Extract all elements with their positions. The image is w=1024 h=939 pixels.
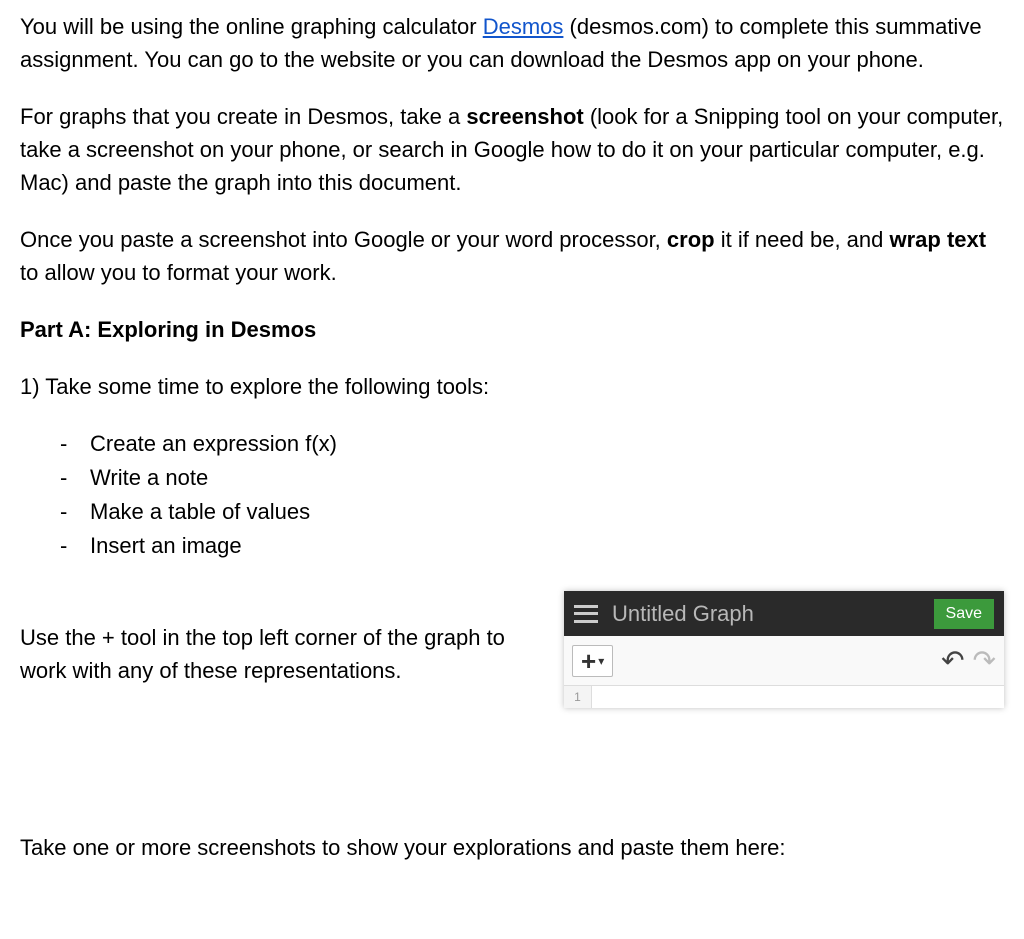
bold-wrap-text: wrap text [890,227,987,252]
redo-icon[interactable]: ↷ [973,647,996,675]
row-number: 1 [564,686,592,708]
intro-paragraph-3: Once you paste a screenshot into Google … [20,223,1004,289]
text-fragment: You will be using the online graphing ca… [20,14,483,39]
plus-tool-instruction: Use the + tool in the top left corner of… [20,621,544,687]
desmos-header: Untitled Graph Save [564,591,1004,636]
text-fragment: For graphs that you create in Desmos, ta… [20,104,466,129]
undo-icon[interactable]: ↶ [941,647,964,675]
graph-title[interactable]: Untitled Graph [612,597,920,630]
expression-row[interactable]: 1 [564,686,1004,708]
plus-icon: + [581,648,596,674]
chevron-down-icon: ▾ [598,652,604,670]
intro-paragraph-2: For graphs that you create in Desmos, ta… [20,100,1004,199]
list-item: Insert an image [60,529,1004,563]
bold-screenshot: screenshot [466,104,583,129]
desmos-toolbar: + ▾ ↶ ↷ [564,636,1004,686]
list-item: Write a note [60,461,1004,495]
list-item: Create an expression f(x) [60,427,1004,461]
tools-list: Create an expression f(x) Write a note M… [20,427,1004,563]
list-item: Make a table of values [60,495,1004,529]
expression-input[interactable] [592,686,1004,704]
text-fragment: it if need be, and [715,227,890,252]
desmos-link[interactable]: Desmos [483,14,564,39]
screenshot-instruction: Take one or more screenshots to show you… [20,831,1004,864]
text-fragment: to allow you to format your work. [20,260,337,285]
bold-crop: crop [667,227,715,252]
add-button[interactable]: + ▾ [572,645,613,677]
desmos-screenshot: Untitled Graph Save + ▾ ↶ ↷ 1 [564,591,1004,708]
hamburger-icon[interactable] [574,605,598,623]
save-button[interactable]: Save [934,599,994,629]
text-fragment: Once you paste a screenshot into Google … [20,227,667,252]
part-a-heading: Part A: Exploring in Desmos [20,313,1004,346]
question-1: 1) Take some time to explore the followi… [20,370,1004,403]
intro-paragraph-1: You will be using the online graphing ca… [20,10,1004,76]
